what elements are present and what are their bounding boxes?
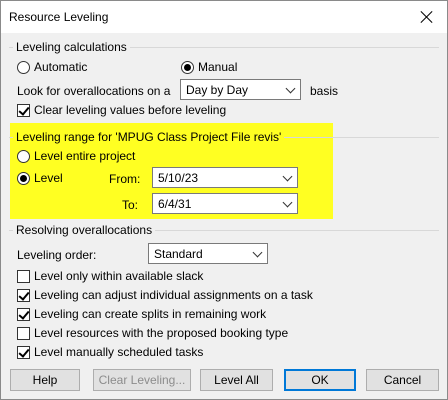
look-for-label: Look for overallocations on a <box>17 84 171 98</box>
clear-leveling-button[interactable]: Clear Leveling... <box>93 369 191 391</box>
leveling-order-select[interactable]: Standard <box>148 243 268 264</box>
from-date-picker[interactable]: 5/10/23 <box>152 167 298 188</box>
dialog-title: Resource Leveling <box>9 10 109 24</box>
help-button[interactable]: Help <box>10 369 80 391</box>
chevron-down-icon <box>285 83 296 94</box>
option-label-slack[interactable]: Level only within available slack <box>34 269 203 283</box>
cancel-button[interactable]: Cancel <box>366 369 439 391</box>
automatic-label[interactable]: Automatic <box>34 60 87 74</box>
level-all-button[interactable]: Level All <box>200 369 273 391</box>
option-checkbox-booking-type[interactable] <box>17 327 30 340</box>
option-label-create-splits[interactable]: Leveling can create splits in remaining … <box>34 307 266 321</box>
leveling-order-label: Leveling order: <box>17 248 97 262</box>
clear-values-checkbox[interactable] <box>17 104 30 117</box>
level-entire-project-label[interactable]: Level entire project <box>34 149 135 163</box>
leveling-basis-value: Day by Day <box>186 83 249 97</box>
clear-values-label[interactable]: Clear leveling values before leveling <box>34 103 226 117</box>
option-checkbox-adjust-assignments[interactable] <box>17 289 30 302</box>
basis-suffix-label: basis <box>310 84 339 98</box>
level-entire-project-radio[interactable] <box>17 150 30 163</box>
option-label-adjust-assignments[interactable]: Leveling can adjust individual assignmen… <box>34 288 313 302</box>
chevron-down-icon <box>282 171 293 182</box>
option-checkbox-slack[interactable] <box>17 270 30 283</box>
manual-radio[interactable] <box>181 61 194 74</box>
from-date-value: 5/10/23 <box>158 171 199 185</box>
option-label-booking-type[interactable]: Level resources with the proposed bookin… <box>34 326 288 340</box>
leveling-basis-select[interactable]: Day by Day <box>180 79 301 100</box>
manual-label[interactable]: Manual <box>198 60 237 74</box>
chevron-down-icon <box>282 197 293 208</box>
option-checkbox-manually-scheduled[interactable] <box>17 346 30 359</box>
option-checkbox-create-splits[interactable] <box>17 308 30 321</box>
title-bar: Resource Leveling <box>1 1 447 33</box>
from-label: From: <box>109 172 141 186</box>
close-icon[interactable] <box>417 7 437 27</box>
to-date-value: 6/4/31 <box>158 197 192 211</box>
level-range-label[interactable]: Level <box>34 171 63 185</box>
automatic-radio[interactable] <box>17 61 30 74</box>
leveling-range-legend: Leveling range for 'MPUG Class Project F… <box>13 130 285 144</box>
ok-button[interactable]: OK <box>284 369 356 391</box>
leveling-order-value: Standard <box>154 247 203 261</box>
chevron-down-icon <box>252 247 263 258</box>
to-date-picker[interactable]: 6/4/31 <box>152 193 298 214</box>
level-range-radio[interactable] <box>17 172 30 185</box>
option-label-manually-scheduled[interactable]: Level manually scheduled tasks <box>34 345 203 359</box>
resource-leveling-dialog: Resource Leveling Leveling calculations … <box>0 0 448 400</box>
resolving-overallocations-legend: Resolving overallocations <box>13 223 156 237</box>
to-label: To: <box>122 198 139 212</box>
leveling-calculations-legend: Leveling calculations <box>13 40 130 54</box>
